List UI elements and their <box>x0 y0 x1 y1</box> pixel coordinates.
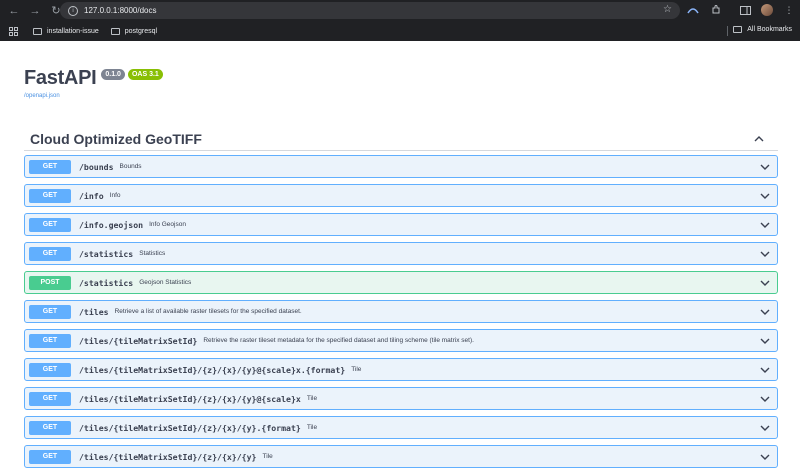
method-badge: POST <box>29 275 71 290</box>
back-icon[interactable]: ← <box>6 3 22 19</box>
operation-summary: Retrieve a list of available raster tile… <box>114 308 302 315</box>
chevron-down-icon[interactable] <box>759 364 771 376</box>
method-badge: GET <box>29 333 71 348</box>
operation-row[interactable]: GET/tiles/{tileMatrixSetId}/{z}/{x}/{y}.… <box>24 416 778 439</box>
operation-summary: Tile <box>306 395 318 402</box>
all-bookmarks-button[interactable]: All Bookmarks <box>733 26 792 33</box>
chevron-up-icon[interactable] <box>752 132 766 146</box>
method-badge: GET <box>29 391 71 406</box>
operation-path: /statistics <box>79 277 134 288</box>
browser-toolbar: ← → ↻ i 127.0.0.1:8000/docs ☆ ⋮ <box>0 0 800 21</box>
operation-path: /bounds <box>79 161 114 172</box>
tag-title: Cloud Optimized GeoTIFF <box>30 130 202 147</box>
chevron-down-icon[interactable] <box>759 277 771 289</box>
operation-row[interactable]: GET/bounds Bounds <box>24 155 778 178</box>
operation-summary: Retrieve the raster tileset metadata for… <box>203 337 474 344</box>
chevron-down-icon[interactable] <box>759 451 771 463</box>
operation-path: /tiles/{tileMatrixSetId}/{z}/{x}/{y} <box>79 451 257 462</box>
api-title-row: FastAPI 0.1.0 OAS 3.1 <box>24 67 163 90</box>
operations-list: GET/bounds Bounds GET/info Info GET/info.geo… <box>24 155 778 474</box>
bookmarks-bar: installation-issue postgresql All Bookma… <box>0 21 800 41</box>
address-bar[interactable]: i 127.0.0.1:8000/docs ☆ <box>60 2 680 19</box>
operation-row[interactable]: GET/tiles/{tileMatrixSetId}/{z}/{x}/{y}@… <box>24 387 778 410</box>
chevron-down-icon[interactable] <box>759 161 771 173</box>
operation-summary: Geojson Statistics <box>139 279 192 286</box>
profile-avatar[interactable] <box>761 4 773 16</box>
operation-summary: Info Geojson <box>149 221 186 228</box>
operation-summary: Info <box>109 192 121 199</box>
tag-section-header[interactable]: Cloud Optimized GeoTIFF <box>24 127 778 151</box>
operation-summary: Tile <box>351 366 362 373</box>
operation-path: /tiles/{tileMatrixSetId}/{z}/{x}/{y}.{fo… <box>79 422 301 433</box>
site-info-icon[interactable]: i <box>68 5 78 16</box>
method-badge: GET <box>29 246 71 261</box>
operation-path: /statistics <box>79 248 134 259</box>
bookmark-label: postgresql <box>124 27 158 35</box>
sidepanel-icon[interactable] <box>738 3 752 17</box>
method-badge: GET <box>29 420 71 435</box>
operation-summary: Tile <box>262 453 273 460</box>
operation-row[interactable]: GET/info Info <box>24 184 778 207</box>
operation-summary: Bounds <box>119 163 142 170</box>
method-badge: GET <box>29 217 71 232</box>
operation-row[interactable]: GET/tiles Retrieve a list of available ra… <box>24 300 778 323</box>
method-badge: GET <box>29 304 71 319</box>
operation-summary: Tile <box>306 424 318 431</box>
operation-row[interactable]: GET/tiles/{tileMatrixSetId} Retrieve the … <box>24 329 778 352</box>
operation-row[interactable]: GET/tiles/{tileMatrixSetId}/{z}/{x}/{y}@… <box>24 358 778 381</box>
folder-icon <box>110 27 120 35</box>
chevron-down-icon[interactable] <box>759 219 771 231</box>
method-badge: GET <box>29 188 71 203</box>
all-bookmarks-label: All Bookmarks <box>747 26 792 33</box>
operation-row[interactable]: GET/tiles/{tileMatrixSetId}/{z}/{x}/{y} T… <box>24 445 778 468</box>
folder-icon <box>733 26 743 33</box>
folder-icon <box>33 27 42 35</box>
page-title: FastAPI <box>24 67 97 89</box>
bookmark-label: installation-issue <box>47 27 99 35</box>
bookmark-postgresql[interactable]: postgresql <box>110 27 158 35</box>
operation-row[interactable]: GET/info.geojson Info Geojson <box>24 213 778 236</box>
method-badge: GET <box>29 449 71 464</box>
operation-row[interactable]: GET/statistics Statistics <box>24 242 778 265</box>
bookmark-installation-issue[interactable]: installation-issue <box>33 27 99 35</box>
browser-chrome: ← → ↻ i 127.0.0.1:8000/docs ☆ ⋮ installa… <box>0 0 800 41</box>
oas-badge: OAS 3.1 <box>127 69 163 80</box>
bookmarks-divider <box>727 26 728 36</box>
chevron-down-icon[interactable] <box>759 306 771 318</box>
operation-path: /tiles/{tileMatrixSetId} <box>79 335 198 346</box>
openapi-json-link[interactable]: /openapi.json <box>24 93 60 99</box>
chevron-down-icon[interactable] <box>759 422 771 434</box>
apps-grid-icon[interactable] <box>9 26 18 36</box>
url-text: 127.0.0.1:8000/docs <box>84 6 157 15</box>
forward-icon[interactable]: → <box>27 3 43 19</box>
extension-icon[interactable] <box>686 3 700 17</box>
operation-path: /info <box>79 190 104 201</box>
chevron-down-icon[interactable] <box>759 248 771 260</box>
puzzle-icon[interactable] <box>709 3 723 17</box>
operation-path: /info.geojson <box>79 219 144 230</box>
method-badge: GET <box>29 362 71 377</box>
bookmark-star-icon[interactable]: ☆ <box>663 4 672 15</box>
operation-summary: Statistics <box>139 250 166 257</box>
method-badge: GET <box>29 159 71 174</box>
operation-path: /tiles <box>79 306 109 317</box>
chevron-down-icon[interactable] <box>759 190 771 202</box>
chevron-down-icon[interactable] <box>759 335 771 347</box>
operation-path: /tiles/{tileMatrixSetId}/{z}/{x}/{y}@{sc… <box>79 364 346 375</box>
chevron-down-icon[interactable] <box>759 393 771 405</box>
version-badge: 0.1.0 <box>101 69 125 80</box>
menu-icon[interactable]: ⋮ <box>782 3 796 17</box>
toolbar-actions: ⋮ <box>686 3 796 17</box>
operation-row[interactable]: POST/statistics Geojson Statistics <box>24 271 778 294</box>
operation-path: /tiles/{tileMatrixSetId}/{z}/{x}/{y}@{sc… <box>79 393 301 404</box>
